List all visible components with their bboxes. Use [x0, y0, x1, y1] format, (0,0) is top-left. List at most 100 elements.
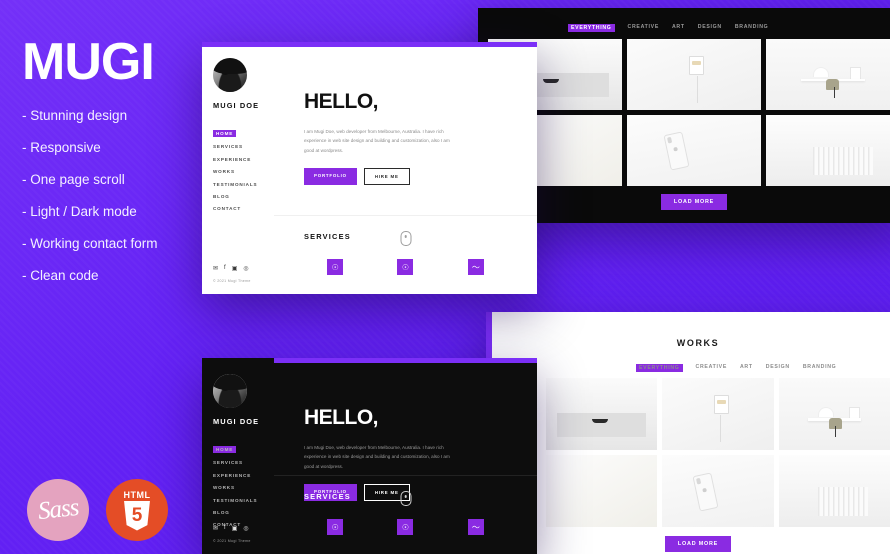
- thumb-plain-art: [546, 455, 658, 527]
- avatar: [213, 374, 247, 408]
- sidebar-item-testimonials[interactable]: TESTIMONIALS: [213, 182, 274, 187]
- portfolio-button[interactable]: PORTFOLIO: [304, 168, 357, 186]
- feature-item: - Working contact form: [22, 235, 158, 251]
- thumb-drawer-art: [546, 378, 658, 450]
- portfolio-grid-dark: [478, 32, 890, 186]
- sidebar-item-blog[interactable]: BLOG: [213, 510, 274, 515]
- chart-line-icon: 〜: [467, 519, 484, 535]
- services-heading: SERVICES: [304, 232, 351, 241]
- copyright: © 2021 Mugi Theme: [213, 539, 251, 543]
- thumb-phone-art: [662, 455, 774, 527]
- sass-badge: Sass: [27, 479, 89, 541]
- sidebar-item-home[interactable]: HOME: [213, 446, 237, 453]
- thumb-phone[interactable]: [627, 115, 761, 186]
- hero-body: I am Mugi Doe, web developer from Melbou…: [304, 129, 450, 153]
- services-icons-dark: ☉ ☉ 〜: [274, 501, 537, 535]
- avatar: [213, 58, 247, 92]
- filter-design[interactable]: DESIGN: [766, 364, 790, 372]
- thumb-charger-art: [662, 378, 774, 450]
- lightbulb-icon: ☉: [327, 519, 344, 535]
- profile-name: MUGI DOE: [213, 101, 260, 110]
- sidebar-item-blog[interactable]: BLOG: [213, 194, 274, 199]
- dark-content: HELLO, I am Mugi Doe, web developer from…: [274, 358, 537, 554]
- dribbble-icon[interactable]: ◎: [243, 525, 248, 532]
- hero-heading: HELLO,: [304, 406, 379, 429]
- feature-item: - Responsive: [22, 140, 101, 156]
- sidebar-item-experience[interactable]: EXPERIENCE: [213, 473, 274, 478]
- load-more-button[interactable]: LOAD MORE: [664, 536, 732, 552]
- chart-line-icon: 〜: [467, 259, 484, 275]
- instagram-icon[interactable]: ▣: [232, 525, 238, 532]
- services-section-light: SERVICES ☉ ☉ 〜: [274, 215, 537, 294]
- hire-me-button[interactable]: HIRE ME: [363, 168, 410, 186]
- light-content: HELLO, I am Mugi Doe, web developer from…: [274, 42, 537, 294]
- filter-everything[interactable]: EVERYTHING: [636, 364, 683, 372]
- feature-item: - One page scroll: [22, 172, 125, 188]
- sidebar-item-works[interactable]: WORKS: [213, 169, 274, 174]
- hero-section-light: HELLO, I am Mugi Doe, web developer from…: [274, 42, 537, 186]
- thumb-drawer[interactable]: [546, 378, 658, 450]
- thumb-radiator-art: [778, 455, 890, 527]
- promo-column: MUGI - Stunning design - Responsive - One …: [22, 33, 217, 300]
- filter-design[interactable]: DESIGN: [698, 24, 722, 32]
- filter-creative[interactable]: CREATIVE: [628, 24, 659, 32]
- promo-stage: MUGI - Stunning design - Responsive - One …: [0, 0, 890, 554]
- filter-art[interactable]: ART: [672, 24, 685, 32]
- social-links-dark: ✉ f ▣ ◎: [213, 525, 249, 532]
- thumb-desk-art: [778, 378, 890, 450]
- social-links-light: ✉ f ▣ ◎: [213, 265, 249, 272]
- dark-portfolio-panel: EVERYTHING CREATIVE ART DESIGN BRANDING LOAD…: [478, 8, 890, 223]
- hero-body: I am Mugi Doe, web developer from Melbou…: [304, 445, 450, 469]
- thumb-desk-art: [766, 39, 890, 110]
- filter-branding[interactable]: BRANDING: [803, 364, 837, 372]
- dribbble-icon[interactable]: ◎: [243, 265, 248, 272]
- thumb-radiator-art: [766, 115, 890, 186]
- twitter-icon[interactable]: ✉: [213, 525, 218, 532]
- lightbulb-icon: ☉: [397, 519, 414, 535]
- thumb-phone[interactable]: [662, 455, 774, 527]
- thumb-plain[interactable]: [546, 455, 658, 527]
- hero-buttons: PORTFOLIO HIRE ME: [304, 168, 537, 186]
- works-light-panel: WORKS EVERYTHING CREATIVE ART DESIGN BRANDIN…: [486, 312, 890, 554]
- sidebar-item-contact[interactable]: CONTACT: [213, 206, 274, 211]
- sidebar-item-services[interactable]: SERVICES: [213, 144, 274, 149]
- html5-shield-icon: 5: [124, 500, 150, 531]
- filter-branding[interactable]: BRANDING: [735, 24, 769, 32]
- thumb-desk[interactable]: [766, 39, 890, 110]
- tech-badges: Sass HTML 5: [27, 479, 168, 541]
- facebook-icon[interactable]: f: [224, 265, 226, 272]
- thumb-radiator[interactable]: [766, 115, 890, 186]
- filter-art[interactable]: ART: [740, 364, 753, 372]
- dark-theme-preview: MUGI DOE HOME SERVICES EXPERIENCE WORKS TEST…: [202, 358, 537, 554]
- product-title: MUGI: [22, 33, 155, 91]
- load-more-button[interactable]: LOAD MORE: [660, 194, 728, 210]
- portfolio-filters-dark: EVERYTHING CREATIVE ART DESIGN BRANDING: [478, 8, 890, 32]
- facebook-icon[interactable]: f: [224, 525, 226, 532]
- load-more-wrap-light: LOAD MORE: [486, 527, 890, 552]
- feature-item: - Clean code: [22, 267, 99, 283]
- services-section-dark: SERVICES ☉ ☉ 〜: [274, 475, 537, 554]
- thumb-phone-art: [627, 115, 761, 186]
- thumb-desk[interactable]: [778, 378, 890, 450]
- copyright: © 2021 Mugi Theme: [213, 279, 251, 283]
- sidebar-item-works[interactable]: WORKS: [213, 485, 274, 490]
- sidebar-nav-dark: HOME SERVICES EXPERIENCE WORKS TESTIMONIALS B…: [213, 438, 274, 527]
- thumb-charger[interactable]: [662, 378, 774, 450]
- filter-everything[interactable]: EVERYTHING: [568, 24, 615, 32]
- sass-logo-text: Sass: [36, 493, 80, 526]
- profile-name: MUGI DOE: [213, 417, 260, 426]
- sidebar-nav-light: HOME SERVICES EXPERIENCE WORKS TESTIMONIALS B…: [213, 122, 274, 211]
- services-icons-light: ☉ ☉ 〜: [274, 241, 537, 275]
- load-more-wrap-dark: LOAD MORE: [478, 186, 890, 210]
- sidebar-item-experience[interactable]: EXPERIENCE: [213, 157, 274, 162]
- thumb-charger[interactable]: [627, 39, 761, 110]
- thumb-charger-art: [627, 39, 761, 110]
- portfolio-filters-light: EVERYTHING CREATIVE ART DESIGN BRANDING: [486, 348, 890, 372]
- filter-creative[interactable]: CREATIVE: [696, 364, 727, 372]
- html5-badge: HTML 5: [106, 479, 168, 541]
- sidebar-item-testimonials[interactable]: TESTIMONIALS: [213, 498, 274, 503]
- thumb-radiator[interactable]: [778, 455, 890, 527]
- instagram-icon[interactable]: ▣: [232, 265, 238, 272]
- sidebar-item-services[interactable]: SERVICES: [213, 460, 274, 465]
- feature-item: - Light / Dark mode: [22, 203, 137, 219]
